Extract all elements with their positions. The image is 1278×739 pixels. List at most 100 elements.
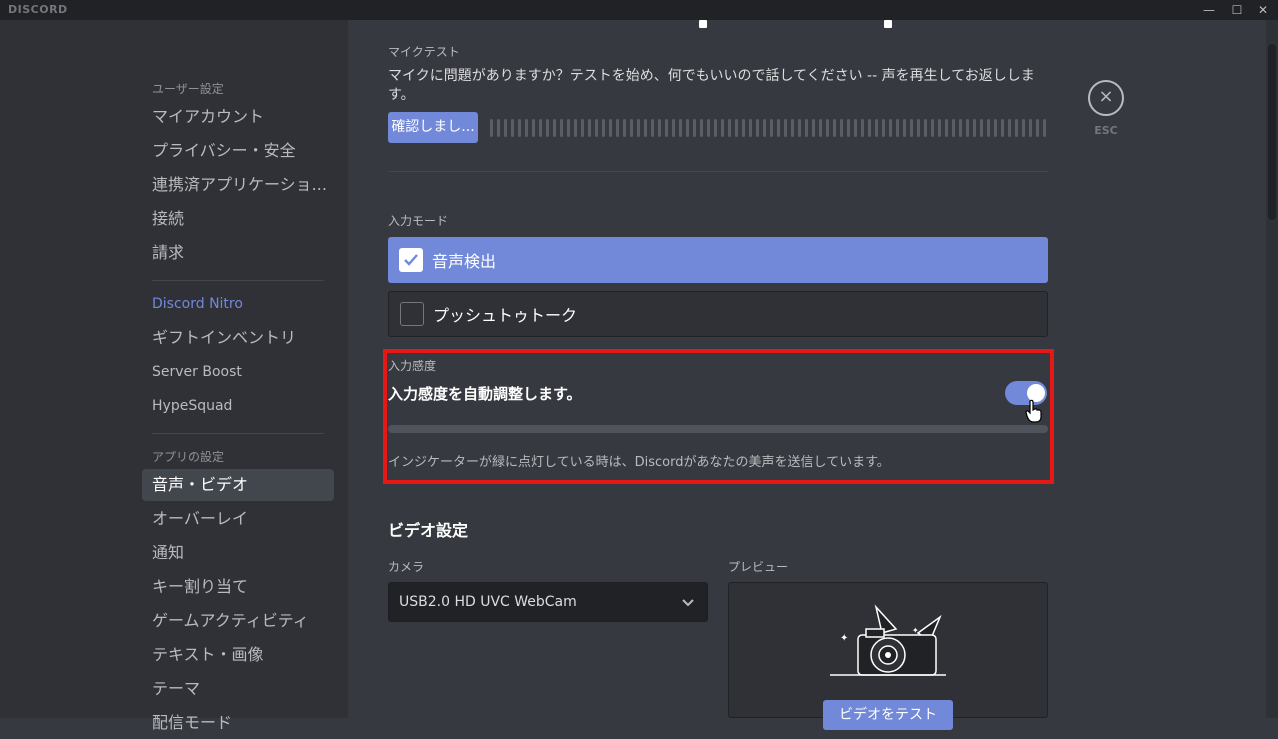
sidebar-item-notifications[interactable]: 通知 [142,537,334,569]
sidebar-divider [152,433,324,434]
meter-bar [1008,119,1011,137]
chevron-down-icon[interactable] [680,594,696,610]
meter-bar [966,119,969,137]
checkbox-empty-icon [400,302,424,326]
camera-label: カメラ [388,560,425,574]
checkbox-checked-icon [399,248,423,272]
slider-handle[interactable] [699,20,707,28]
meter-bar [665,119,668,137]
sidebar-item-connections[interactable]: 接続 [142,203,334,235]
input-mode-option-label: プッシュトゥトーク [433,306,578,325]
meter-bar [1001,119,1004,137]
meter-bar [693,119,696,137]
meter-bar [833,119,836,137]
meter-bar [749,119,752,137]
meter-bar [525,119,528,137]
meter-bar [630,119,633,137]
mic-test-button[interactable]: 確認しまし... [388,112,478,143]
meter-bar [994,119,997,137]
meter-bar [854,119,857,137]
meter-bar [616,119,619,137]
meter-bar [1029,119,1032,137]
meter-bar [623,119,626,137]
sidebar-item-billing[interactable]: 請求 [142,237,334,269]
close-window-button[interactable]: ✕ [1248,0,1278,20]
meter-bar [798,119,801,137]
mic-test-description: マイクに問題がありますか？テストを始め、何でもいいので話してください -- 声を… [388,68,1035,84]
camera-select[interactable]: USB2.0 HD UVC WebCam [388,582,708,622]
sidebar-item-authorized-apps[interactable]: 連携済アプリケーショ... [142,169,334,201]
meter-bar [658,119,661,137]
mic-level-meter [490,119,1046,137]
minimize-button[interactable]: — [1194,0,1224,20]
sidebar-item-gift-inventory[interactable]: ギフトインベントリ [142,322,334,354]
meter-bar [518,119,521,137]
sidebar-item-text-images[interactable]: テキスト・画像 [142,639,334,671]
meter-bar [945,119,948,137]
slider-handle[interactable] [884,20,892,28]
input-mode-push-to-talk[interactable]: プッシュトゥトーク [388,291,1048,337]
meter-bar [980,119,983,137]
meter-bar [896,119,899,137]
scrollbar-thumb[interactable] [1268,44,1276,220]
meter-bar [973,119,976,137]
sidebar-item-keybinds[interactable]: キー割り当て [142,571,334,603]
meter-bar [567,119,570,137]
sidebar-item-streamer-mode[interactable]: 配信モード [142,707,334,739]
svg-text:✦: ✦ [912,626,919,635]
meter-bar [539,119,542,137]
mic-test-description-cont: す。 [388,87,415,103]
sidebar-item-theme[interactable]: テーマ [142,673,334,705]
meter-bar [679,119,682,137]
sidebar-item-my-account[interactable]: マイアカウント [142,101,334,133]
meter-bar [903,119,906,137]
meter-bar [931,119,934,137]
sidebar-item-game-activity[interactable]: ゲームアクティビティ [142,605,334,637]
hand-cursor-icon [1025,399,1042,423]
meter-bar [1036,119,1039,137]
sidebar-item-overlay[interactable]: オーバーレイ [142,503,334,535]
sidebar-item-voice-video[interactable]: 音声・ビデオ [142,469,334,501]
meter-bar [875,119,878,137]
meter-bar [581,119,584,137]
meter-bar [595,119,598,137]
meter-bar [532,119,535,137]
meter-bar [917,119,920,137]
test-video-button[interactable]: ビデオをテスト [823,700,953,730]
meter-bar [812,119,815,137]
meter-bar [714,119,717,137]
preview-label: プレビュー [728,560,789,574]
sidebar-item-hypesquad[interactable]: HypeSquad [142,390,334,422]
meter-bar [560,119,563,137]
meter-bar [700,119,703,137]
meter-bar [861,119,864,137]
app-brand: DISCORD [8,3,68,16]
meter-bar [840,119,843,137]
meter-bar [847,119,850,137]
meter-bar [735,119,738,137]
close-icon[interactable]: × [1088,80,1124,116]
sidebar-item-privacy-safety[interactable]: プライバシー・安全 [142,135,334,167]
meter-bar [602,119,605,137]
meter-bar [1015,119,1018,137]
sidebar-item-nitro[interactable]: Discord Nitro [142,288,334,320]
meter-bar [826,119,829,137]
meter-bar [819,119,822,137]
meter-bar [490,119,493,137]
meter-bar [910,119,913,137]
meter-bar [742,119,745,137]
meter-bar [504,119,507,137]
meter-bar [1043,119,1046,137]
meter-bar [553,119,556,137]
meter-bar [1022,119,1025,137]
input-mode-voice-activity[interactable]: 音声検出 [388,237,1048,283]
meter-bar [924,119,927,137]
sidebar-item-server-boost[interactable]: Server Boost [142,356,334,388]
user-settings-header: ユーザー設定 [152,82,224,96]
sensitivity-hint: インジケーターが緑に点灯している時は、Discordがあなたの美声を送信していま… [388,455,890,470]
app-settings-header: アプリの設定 [152,450,225,464]
meter-bar [609,119,612,137]
meter-bar [882,119,885,137]
meter-bar [721,119,724,137]
meter-bar [728,119,731,137]
